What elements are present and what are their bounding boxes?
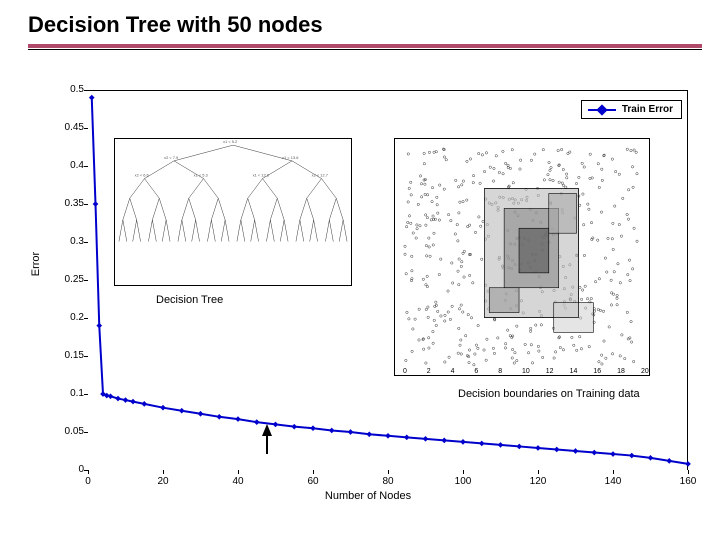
svg-text:x2 < 7.9: x2 < 7.9 (164, 155, 178, 160)
x-tick (88, 470, 89, 474)
svg-text:8: 8 (498, 368, 502, 375)
y-tick-label: 0 (48, 464, 84, 475)
svg-text:x2 < 6.6: x2 < 6.6 (135, 173, 150, 178)
x-tick (538, 470, 539, 474)
y-tick-label: 0.5 (48, 84, 84, 95)
y-tick-label: 0.35 (48, 198, 84, 209)
svg-text:14: 14 (570, 368, 578, 375)
inset-tree-diagram: x1 < 5.2 x2 < 7.9 x1 < 13.6 x2 < 6.6 x1 < 5.… (114, 138, 352, 286)
x-tick (238, 470, 239, 474)
y-axis-label: Error (30, 252, 42, 276)
x-tick-label: 60 (307, 476, 318, 487)
x-tick-label: 160 (680, 476, 697, 487)
x-tick (313, 470, 314, 474)
svg-text:20: 20 (641, 368, 649, 375)
svg-text:6: 6 (474, 368, 478, 375)
x-tick-label: 80 (382, 476, 393, 487)
x-tick-label: 40 (232, 476, 243, 487)
x-tick (163, 470, 164, 474)
title-divider (28, 44, 702, 50)
svg-text:x2 < 12.7: x2 < 12.7 (312, 173, 328, 178)
svg-text:0: 0 (403, 368, 407, 375)
y-tick-label: 0.2 (48, 312, 84, 323)
x-tick (613, 470, 614, 474)
x-tick-label: 20 (157, 476, 168, 487)
y-tick-label: 0.45 (48, 122, 84, 133)
page-title: Decision Tree with 50 nodes (0, 0, 720, 44)
x-tick (388, 470, 389, 474)
inset-scatter-label: Decision boundaries on Training data (456, 388, 642, 400)
y-tick-label: 0.4 (48, 160, 84, 171)
x-tick (688, 470, 689, 474)
svg-text:16: 16 (593, 368, 601, 375)
x-tick (463, 470, 464, 474)
inset-tree-label: Decision Tree (154, 294, 225, 306)
svg-text:2: 2 (427, 368, 431, 375)
y-tick-label: 0.3 (48, 236, 84, 247)
main-chart: Error Number of Nodes 00.050.10.150.20.2… (48, 78, 696, 503)
y-tick-label: 0.1 (48, 388, 84, 399)
svg-text:12: 12 (546, 368, 554, 375)
y-tick-label: 0.25 (48, 274, 84, 285)
x-tick-label: 120 (530, 476, 547, 487)
svg-text:x1 < 5.3: x1 < 5.3 (194, 173, 209, 178)
svg-text:18: 18 (617, 368, 625, 375)
svg-text:x1 < 13.6: x1 < 13.6 (282, 155, 299, 160)
svg-text:x1 < 12.8: x1 < 12.8 (253, 173, 270, 178)
arrow-stem (266, 434, 268, 454)
y-tick-label: 0.15 (48, 350, 84, 361)
x-tick-label: 0 (85, 476, 91, 487)
x-tick-label: 100 (455, 476, 472, 487)
svg-text:x1 < 5.2: x1 < 5.2 (223, 139, 237, 144)
y-tick-label: 0.05 (48, 426, 84, 437)
x-tick-label: 140 (605, 476, 622, 487)
inset-scatter-diagram: 0 2 4 6 8 10 12 14 16 18 20 (394, 138, 650, 376)
x-axis-label: Number of Nodes (48, 490, 688, 502)
svg-text:4: 4 (451, 368, 455, 375)
svg-text:10: 10 (522, 368, 530, 375)
